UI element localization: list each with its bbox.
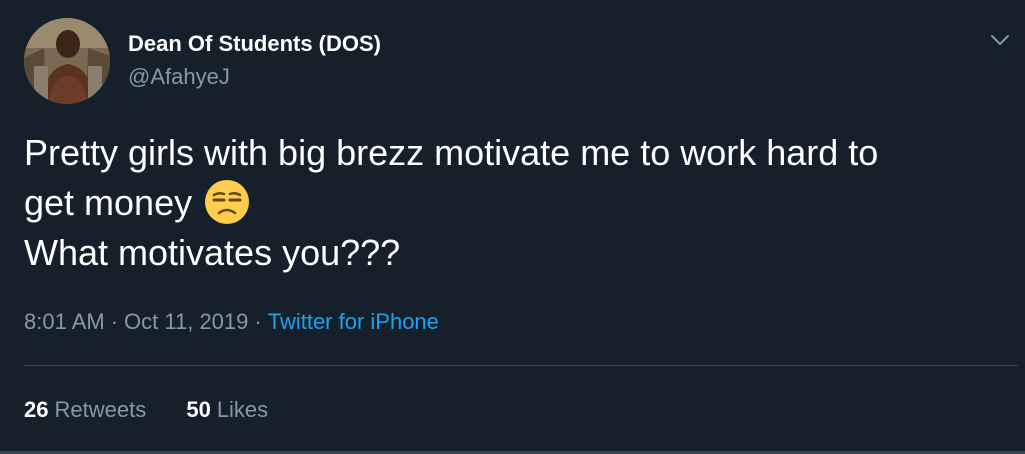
unamused-face-icon: [204, 179, 250, 225]
likes-count: 50: [186, 397, 211, 422]
retweets-label: Retweets: [54, 397, 147, 422]
divider: [24, 365, 1018, 366]
display-name[interactable]: Dean Of Students (DOS): [128, 31, 381, 57]
likes-label: Likes: [216, 397, 269, 422]
tweet-stats: 26 Retweets 50 Likes: [24, 397, 268, 423]
tweet-date[interactable]: Oct 11, 2019: [124, 309, 248, 334]
tweet-text-line-with-emoji: get money: [24, 178, 1014, 228]
tweet-text-segment: get money: [24, 182, 193, 223]
tweet-source-link[interactable]: Twitter for iPhone: [268, 309, 439, 334]
avatar[interactable]: [24, 18, 110, 104]
tweet-meta: 8:01 AM · Oct 11, 2019 · Twitter for iPhone: [24, 309, 439, 335]
tweet-time[interactable]: 8:01 AM: [24, 309, 105, 334]
tweet-text: Pretty girls with big brezz motivate me …: [24, 128, 1014, 278]
meta-separator: ·: [254, 309, 262, 334]
likes-stat[interactable]: 50 Likes: [186, 397, 268, 423]
retweets-stat[interactable]: 26 Retweets: [24, 397, 146, 423]
retweets-count: 26: [24, 397, 49, 422]
user-handle[interactable]: @AfahyeJ: [128, 64, 230, 90]
tweet-card: Dean Of Students (DOS) @AfahyeJ Pretty g…: [0, 0, 1025, 454]
meta-separator: ·: [110, 309, 119, 334]
tweet-text-line: What motivates you???: [24, 232, 401, 273]
chevron-down-icon[interactable]: [988, 28, 1012, 52]
tweet-text-line: Pretty girls with big brezz motivate me …: [24, 132, 879, 173]
